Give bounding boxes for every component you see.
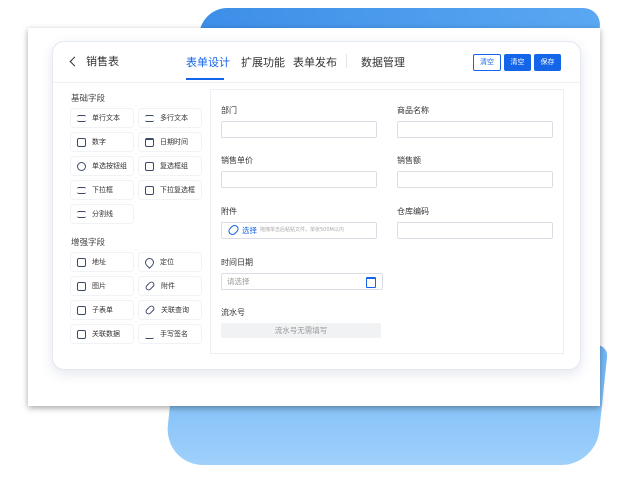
enhanced-fields-title: 增强字段: [71, 238, 106, 248]
paperclip-icon: [144, 280, 156, 292]
field-label: 多行文本: [160, 114, 188, 122]
field-address[interactable]: 地址: [71, 253, 133, 271]
field-label: 日期时间: [160, 138, 188, 146]
attachment-label: 附件: [221, 207, 237, 216]
datetime-picker[interactable]: 请选择: [221, 273, 383, 290]
field-attachment[interactable]: 附件: [139, 277, 201, 295]
field-label: 数字: [92, 138, 106, 146]
field-linked-query[interactable]: 关联查询: [139, 301, 201, 319]
basic-fields-title: 基础字段: [71, 94, 106, 104]
field-subform[interactable]: 子表单: [71, 301, 133, 319]
link-icon: [144, 304, 156, 316]
field-label: 手写签名: [160, 330, 188, 338]
tab-form-design[interactable]: 表单设计: [186, 54, 230, 70]
image-icon: [77, 281, 86, 291]
active-tab-indicator: [186, 78, 224, 80]
datetime-label: 时间日期: [221, 258, 253, 267]
location-pin-icon: [143, 255, 156, 269]
paperclip-icon: [226, 223, 241, 237]
price-label: 销售单价: [221, 156, 253, 165]
field-dropdown-multi[interactable]: 下拉复选框: [139, 181, 201, 199]
header-bar: 销售表 表单设计 扩展功能 表单发布 数据管理 清空 清空 保存: [53, 42, 580, 83]
amount-input[interactable]: [397, 171, 553, 188]
back-button[interactable]: 销售表: [69, 53, 119, 69]
tab-data-management[interactable]: 数据管理: [361, 54, 405, 70]
serial-label: 流水号: [221, 308, 245, 317]
field-divider[interactable]: 分割线: [71, 205, 133, 223]
amount-label: 销售额: [397, 156, 421, 165]
tab-divider: [346, 54, 347, 68]
datetime-placeholder: 请选择: [227, 277, 250, 286]
field-single-line-text[interactable]: 单行文本: [71, 109, 133, 127]
dept-label: 部门: [221, 106, 237, 115]
chevron-left-icon: [69, 56, 80, 66]
pen-icon: [145, 330, 154, 339]
warehouse-input[interactable]: [397, 222, 553, 239]
tab-extensions[interactable]: 扩展功能: [241, 54, 285, 70]
serial-number-field: 流水号无需填写: [221, 323, 381, 338]
text-lines-icon: [77, 114, 86, 122]
checkbox-icon: [145, 161, 154, 171]
field-label: 下拉框: [92, 186, 113, 194]
save-button[interactable]: 保存: [534, 54, 561, 71]
field-radio-group[interactable]: 单选按钮组: [71, 157, 133, 175]
calendar-icon: [145, 137, 154, 147]
field-label: 下拉复选框: [160, 186, 195, 194]
warehouse-label: 仓库编码: [397, 207, 429, 216]
subform-icon: [77, 305, 86, 315]
field-label: 附件: [161, 282, 175, 290]
multiline-icon: [145, 114, 154, 122]
field-multi-line-text[interactable]: 多行文本: [139, 109, 201, 127]
field-label: 地址: [92, 258, 106, 266]
form-designer-window: 销售表 表单设计 扩展功能 表单发布 数据管理 清空 清空 保存 基础字段 单行…: [52, 41, 581, 370]
dept-input[interactable]: [221, 121, 377, 138]
multi-select-icon: [145, 185, 154, 195]
price-input[interactable]: [221, 171, 377, 188]
field-dropdown[interactable]: 下拉框: [71, 181, 133, 199]
calendar-icon[interactable]: [366, 277, 376, 288]
product-input[interactable]: [397, 121, 553, 138]
edit-icon: [77, 329, 86, 339]
field-label: 图片: [92, 282, 106, 290]
field-label: 分割线: [92, 210, 113, 218]
field-label: 子表单: [92, 306, 113, 314]
field-label: 复选框组: [160, 162, 188, 170]
tab-publish[interactable]: 表单发布: [293, 54, 337, 70]
field-datetime[interactable]: 日期时间: [139, 133, 201, 151]
form-title: 销售表: [86, 55, 119, 68]
clear-outline-button[interactable]: 清空: [473, 54, 501, 71]
field-label: 单选按钮组: [92, 162, 127, 170]
field-checkbox-group[interactable]: 复选框组: [139, 157, 201, 175]
field-label: 关联查询: [161, 306, 189, 314]
divider-icon: [77, 210, 86, 218]
clear-button[interactable]: 清空: [504, 54, 531, 71]
field-number[interactable]: 数字: [71, 133, 133, 151]
field-image[interactable]: 图片: [71, 277, 133, 295]
upload-hint: 拖拽单击后粘贴文件，单张500M以内: [260, 227, 344, 233]
field-label: 关联数据: [92, 330, 120, 338]
radio-icon: [77, 161, 86, 171]
field-label: 单行文本: [92, 114, 120, 122]
address-icon: [77, 257, 86, 267]
field-label: 定位: [160, 258, 174, 266]
number-icon: [77, 137, 86, 147]
attachment-upload[interactable]: 选择 拖拽单击后粘贴文件，单张500M以内: [221, 222, 377, 239]
upload-select-link[interactable]: 选择: [242, 225, 257, 236]
field-location[interactable]: 定位: [139, 253, 201, 271]
field-linked-data[interactable]: 关联数据: [71, 325, 133, 343]
sort-list-icon: [77, 186, 86, 194]
product-label: 商品名称: [397, 106, 429, 115]
field-signature[interactable]: 手写签名: [139, 325, 201, 343]
form-canvas: 部门 商品名称 销售单价 销售额 附件 选择 拖拽单击后粘贴文件，单张500M以…: [210, 89, 564, 354]
